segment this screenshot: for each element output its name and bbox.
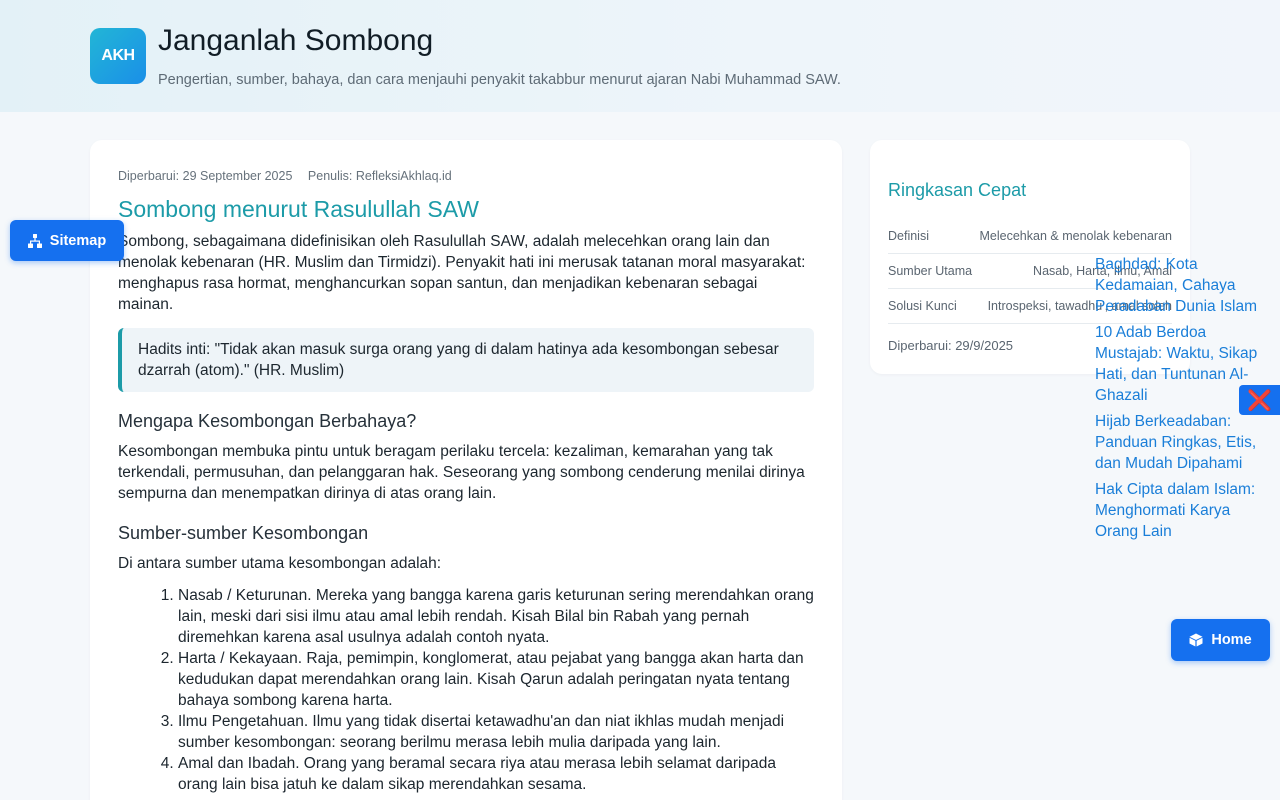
section-heading-sources: Sumber-sumber Kesombongan [118,523,369,543]
section-heading-danger: Mengapa Kesombongan Berbahaya? [118,411,417,431]
list-item: Amal dan Ibadah. Orang yang beramal seca… [178,753,814,795]
home-button[interactable]: Home [1171,619,1270,661]
article-author: Penulis: RefleksiAkhlaq.id [307,169,452,183]
list-item: Harta / Kekayaan. Raja, pemimpin, konglo… [178,648,814,711]
site-subtitle: Pengertian, sumber, bahaya, dan cara men… [158,72,841,88]
related-link[interactable]: Hak Cipta dalam Islam: Menghormati Karya… [1095,479,1267,542]
sitemap-button[interactable]: Sitemap [10,220,124,261]
summary-row: Definisi Melecehkan & menolak kebenaran [888,219,1172,254]
close-icon: ❌ [1247,389,1272,412]
hadith-quote: Hadits inti: "Tidak akan masuk surga ora… [118,328,814,392]
article-heading: Sombong menurut Rasulullah SAW [118,196,479,222]
close-button[interactable]: ❌ [1239,385,1280,415]
article-updated: Diperbarui: 29 September 2025 [118,169,293,183]
site-header: AKH Janganlah Sombong Pengertian, sumber… [0,0,1280,112]
summary-label: Sumber Utama [888,264,973,278]
summary-label: Solusi Kunci [888,299,957,313]
list-item: Ilmu Pengetahuan. Ilmu yang tidak disert… [178,711,814,753]
summary-title: Ringkasan Cepat [888,180,1027,200]
section-text-danger: Kesombongan membuka pintu untuk beragam … [118,443,805,502]
sitemap-label: Sitemap [49,232,107,249]
sitemap-icon [27,233,42,248]
site-title: Janganlah Sombong [158,24,434,57]
summary-value: Melecehkan & menolak kebenaran [979,229,1172,243]
home-label: Home [1211,632,1252,648]
related-link[interactable]: Hijab Berkeadaban: Panduan Ringkas, Etis… [1095,411,1267,474]
section-text-sources: Di antara sumber utama kesombongan adala… [118,555,442,572]
sources-list: Nasab / Keturunan. Mereka yang bangga ka… [118,585,814,795]
article-intro: Sombong, sebagaimana didefinisikan oleh … [118,233,806,313]
article-card: Diperbarui: 29 September 2025 Penulis: R… [90,140,842,800]
summary-label: Definisi [888,229,929,243]
home-icon [1189,633,1203,647]
list-item: Nasab / Keturunan. Mereka yang bangga ka… [178,585,814,648]
related-link[interactable]: Baghdad: Kota Kedamaian, Cahaya Peradaba… [1095,254,1267,317]
site-logo[interactable]: AKH [90,28,146,84]
article-meta: Diperbarui: 29 September 2025 Penulis: R… [118,169,814,183]
